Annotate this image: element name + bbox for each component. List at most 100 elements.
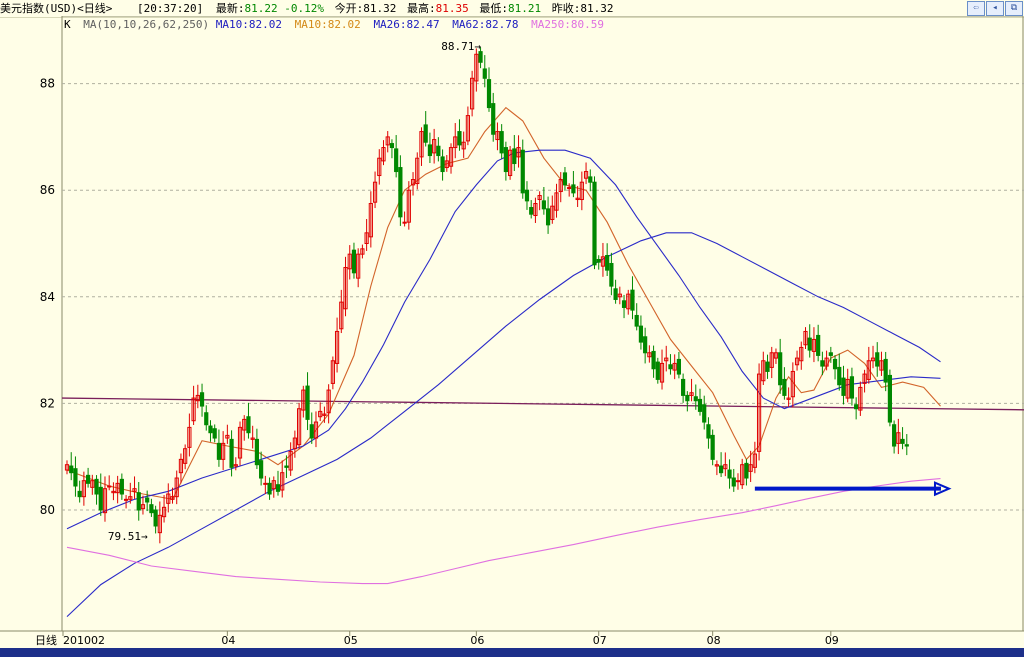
candle-body [254, 438, 260, 466]
candle-body [263, 482, 268, 485]
back-button[interactable]: ◂ [986, 1, 1004, 16]
candle-body [849, 376, 855, 399]
high-label: 最高: [406, 2, 436, 15]
candle-body [457, 131, 462, 146]
candle-body [630, 289, 635, 311]
ma-line-ma62 [66, 232, 941, 617]
y-tick-label: 80 [40, 503, 55, 517]
candle-body [208, 425, 213, 434]
candle-body [478, 51, 483, 63]
annotation-low: 79.51→ [108, 530, 148, 543]
x-tick-label: 07 [593, 634, 607, 647]
candle-body [706, 424, 711, 439]
candle-body [651, 350, 656, 370]
candle-body [697, 398, 703, 412]
x-tick-label: 04 [221, 634, 235, 647]
candle-body [284, 465, 289, 468]
candle-body [727, 469, 732, 479]
prev-close-price: 81.32 [580, 2, 614, 15]
candle-body [267, 482, 272, 495]
prev-close-label: 昨收: [551, 2, 581, 15]
candle-body [107, 485, 112, 488]
candle-body [668, 364, 673, 370]
candle-body [596, 258, 601, 263]
candle-body [900, 438, 905, 444]
quote-time: [20:37:20] [136, 2, 204, 15]
x-tick-label: 09 [825, 634, 839, 647]
candle-body [149, 504, 154, 514]
candle-body [892, 424, 897, 447]
candle-body [765, 361, 770, 372]
candle-body [440, 156, 445, 173]
candle-body [710, 434, 715, 460]
ma-line-ma10 [66, 106, 941, 500]
candle-body [389, 143, 395, 149]
candle-body [499, 131, 504, 154]
low-label: 最低: [479, 2, 508, 15]
candle-body [246, 416, 251, 434]
annotation-high: 88.71→ [441, 40, 481, 53]
candle-body [828, 352, 833, 356]
candle-body [820, 360, 825, 367]
candle-body [702, 404, 707, 423]
candle-body [486, 79, 492, 109]
candle-body [309, 424, 314, 439]
candle-body [655, 361, 660, 380]
open-label: 今开: [334, 2, 364, 15]
candle-body [735, 480, 741, 483]
candle-body [807, 337, 812, 351]
candle-body [136, 492, 141, 511]
x-tick-label: 06 [470, 634, 484, 647]
candle-body [305, 385, 310, 420]
candle-body [571, 184, 576, 194]
candlestick-chart[interactable]: 80 82 84 86 88 日线 201002 04 05 06 07 08 09 88.71→ 79.5… [0, 16, 1024, 648]
candle-body [402, 221, 407, 224]
candle-body [351, 249, 357, 274]
candle-body [86, 474, 91, 484]
candle-body [592, 181, 597, 266]
candle-body [520, 149, 525, 194]
latest-price: 81.22 [244, 2, 278, 15]
candle-body [676, 358, 681, 375]
low-price: 81.21 [507, 2, 542, 15]
candle-body [482, 68, 487, 79]
candle-body [423, 124, 428, 143]
candle-body [216, 442, 222, 460]
plot-frame [61, 16, 1024, 632]
candle-body [816, 334, 821, 356]
candle-body [887, 374, 892, 423]
candle-body [123, 498, 129, 501]
open-price: 81.32 [363, 2, 397, 15]
candle-body [69, 465, 74, 474]
candle-body [782, 378, 787, 396]
y-tick-label: 84 [40, 290, 55, 304]
high-price: 81.35 [435, 2, 469, 15]
candle-body [98, 486, 103, 511]
maximize-window-button[interactable]: ⧉ [1005, 1, 1023, 16]
candle-body [204, 412, 209, 426]
candle-body [212, 428, 217, 439]
candle-body [837, 366, 842, 386]
candle-body [841, 377, 846, 396]
candle-body [883, 358, 888, 383]
candle-body [259, 460, 264, 479]
candle-body [529, 207, 534, 215]
candle-body [394, 148, 399, 173]
candle-body [832, 358, 838, 370]
candle-body [77, 490, 82, 498]
candle-body [541, 200, 546, 210]
candle-body [609, 262, 614, 287]
candle-body [693, 396, 698, 402]
candle-body [875, 352, 880, 367]
candle-body [613, 288, 618, 300]
candle-body [512, 148, 517, 165]
candle-body [731, 477, 736, 487]
status-bar [0, 648, 1024, 657]
candle-body [275, 484, 281, 492]
candle-body [503, 147, 508, 173]
price-change: -0.12% [284, 2, 324, 15]
candle-body [588, 176, 593, 183]
candle-body [229, 438, 234, 468]
restore-window-button[interactable]: ⇦ [967, 1, 985, 16]
candle-body [681, 378, 686, 396]
